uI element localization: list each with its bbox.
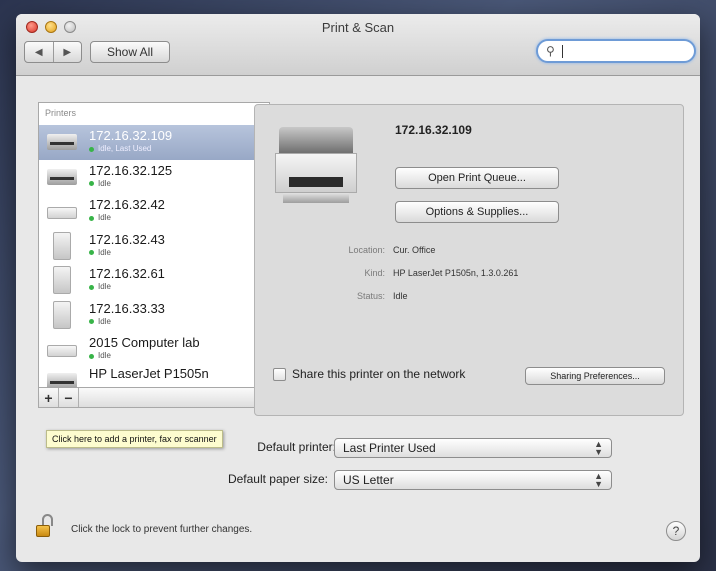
printer-list-item[interactable]: 172.16.32.43 Idle bbox=[39, 229, 269, 264]
idle-status-icon bbox=[89, 181, 94, 187]
printer-status: Idle bbox=[89, 316, 165, 328]
printer-icon bbox=[45, 300, 79, 329]
printer-icon bbox=[45, 335, 79, 363]
selected-printer-name: 172.16.32.109 bbox=[395, 123, 472, 137]
location-label: Location: bbox=[348, 245, 385, 255]
search-input[interactable]: ⚲ bbox=[536, 39, 696, 63]
printer-list-item[interactable]: 172.16.32.42 Idle bbox=[39, 194, 269, 229]
printer-list-header: Printers bbox=[45, 108, 77, 118]
printer-list-item[interactable]: 172.16.32.61 Idle bbox=[39, 263, 269, 298]
open-print-queue-button[interactable]: Open Print Queue... bbox=[395, 167, 559, 189]
status-value: Idle bbox=[393, 291, 408, 301]
idle-status-icon bbox=[89, 319, 94, 325]
printer-status: Idle bbox=[89, 350, 200, 362]
add-printer-tooltip: Click here to add a printer, fax or scan… bbox=[46, 430, 223, 448]
printer-list-item[interactable]: HP LaserJet P1505n bbox=[39, 365, 269, 389]
printer-list[interactable]: Printers 172.16.32.109 Idle, Last Used 1… bbox=[38, 102, 270, 389]
default-paper-size-label: Default paper size: bbox=[227, 472, 328, 486]
printer-icon bbox=[45, 197, 79, 225]
idle-status-icon bbox=[89, 215, 94, 221]
add-printer-button[interactable]: + bbox=[39, 388, 59, 407]
popup-arrows-icon: ▲ ▼ bbox=[594, 439, 603, 457]
printer-list-item[interactable]: 172.16.32.125 Idle bbox=[39, 160, 269, 195]
printer-list-item[interactable]: 2015 Computer lab Idle bbox=[39, 332, 269, 367]
printer-icon bbox=[45, 266, 79, 295]
printer-list-toolbar: + − bbox=[38, 388, 270, 408]
print-scan-window: Print & Scan ◀ ▶ Show All ⚲ Printers 172… bbox=[16, 14, 700, 562]
printer-status: Idle bbox=[89, 281, 165, 293]
lock-icon[interactable] bbox=[36, 514, 54, 538]
printer-list-item[interactable]: 172.16.32.109 Idle, Last Used bbox=[39, 125, 269, 160]
idle-status-icon bbox=[89, 146, 94, 152]
sharing-preferences-button[interactable]: Sharing Preferences... bbox=[525, 367, 665, 385]
lock-message: Click the lock to prevent further change… bbox=[71, 524, 253, 535]
default-paper-size-value: US Letter bbox=[343, 473, 394, 487]
default-printer-value: Last Printer Used bbox=[343, 441, 436, 455]
options-supplies-button[interactable]: Options & Supplies... bbox=[395, 201, 559, 223]
share-printer-row: Share this printer on the network bbox=[273, 367, 465, 381]
popup-arrows-icon: ▲ ▼ bbox=[594, 471, 603, 489]
share-printer-label: Share this printer on the network bbox=[292, 367, 466, 381]
printer-name: 172.16.32.125 bbox=[89, 162, 173, 178]
forward-icon[interactable]: ▶ bbox=[54, 42, 82, 62]
printer-name: 172.16.32.61 bbox=[89, 266, 165, 282]
kind-value: HP LaserJet P1505n, 1.3.0.261 bbox=[393, 268, 519, 278]
printer-status: Idle bbox=[89, 178, 172, 190]
search-icon: ⚲ bbox=[546, 44, 555, 58]
printer-name: 2015 Computer lab bbox=[89, 335, 200, 351]
help-button[interactable]: ? bbox=[666, 521, 686, 541]
kind-label: Kind: bbox=[364, 268, 385, 278]
printer-name: 172.16.32.109 bbox=[89, 128, 173, 144]
title-bar: Print & Scan ◀ ▶ Show All ⚲ bbox=[16, 14, 700, 76]
printer-name: HP LaserJet P1505n bbox=[89, 365, 209, 381]
text-cursor bbox=[562, 45, 563, 58]
printer-icon bbox=[45, 163, 79, 191]
printer-status: Idle bbox=[89, 247, 165, 259]
printer-list-item[interactable]: 172.16.33.33 Idle bbox=[39, 298, 269, 333]
share-printer-checkbox[interactable] bbox=[273, 367, 286, 381]
back-forward-control: ◀ ▶ bbox=[24, 41, 82, 63]
idle-status-icon bbox=[89, 284, 94, 290]
status-label: Status: bbox=[356, 291, 385, 301]
show-all-button[interactable]: Show All bbox=[90, 41, 170, 63]
printer-status: Idle bbox=[89, 212, 165, 224]
printer-name: 172.16.32.42 bbox=[89, 197, 165, 213]
idle-status-icon bbox=[89, 250, 94, 256]
default-printer-popup[interactable]: Last Printer Used ▲ ▼ bbox=[334, 438, 612, 458]
printer-name: 172.16.32.43 bbox=[89, 231, 165, 247]
printer-icon bbox=[45, 231, 79, 260]
printer-detail-panel: 172.16.32.109 Open Print Queue... Option… bbox=[254, 104, 684, 416]
printer-status: Idle, Last Used bbox=[89, 143, 172, 155]
printer-icon bbox=[45, 128, 79, 156]
idle-status-icon bbox=[89, 353, 94, 359]
remove-printer-button[interactable]: − bbox=[59, 388, 79, 407]
printer-name: 172.16.33.33 bbox=[89, 300, 165, 316]
window-title: Print & Scan bbox=[321, 20, 395, 35]
location-value: Cur. Office bbox=[393, 245, 436, 255]
printer-image bbox=[275, 127, 357, 205]
default-paper-size-popup[interactable]: US Letter ▲ ▼ bbox=[334, 470, 612, 490]
back-icon[interactable]: ◀ bbox=[25, 42, 54, 62]
